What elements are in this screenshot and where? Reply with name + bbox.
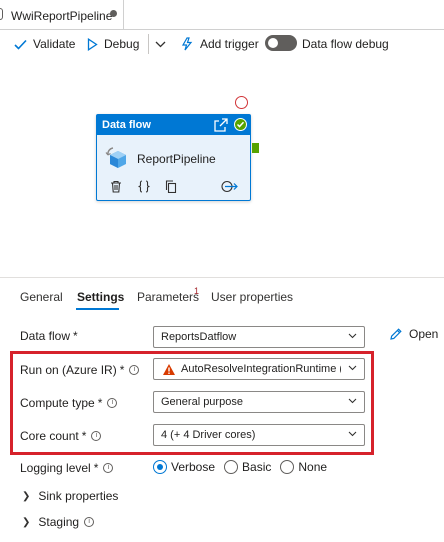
parameters-count-badge: 1	[194, 286, 200, 296]
logging-verbose-radio[interactable]: Verbose	[153, 460, 215, 474]
checkmark-icon	[14, 39, 27, 50]
chevron-right-icon: ❯	[22, 490, 31, 502]
dataflow-select-value: ReportsDatflow	[161, 331, 237, 343]
tab-settings[interactable]: Settings	[77, 290, 124, 304]
tab-user-properties[interactable]: User properties	[211, 290, 293, 304]
radio-selected-icon	[153, 460, 167, 474]
run-on-label-text: Run on (Azure IR)	[20, 363, 117, 377]
open-dataflow-button[interactable]: Open	[389, 327, 438, 341]
unsaved-indicator-icon	[110, 10, 117, 17]
chevron-right-icon: ❯	[22, 516, 31, 528]
add-trigger-label: Add trigger	[200, 37, 259, 51]
sink-properties-label: Sink properties	[38, 489, 119, 503]
open-external-icon[interactable]	[214, 118, 228, 132]
sink-properties-expander[interactable]: ❯ Sink properties	[22, 489, 118, 503]
open-label: Open	[409, 327, 439, 341]
validate-label: Validate	[33, 37, 76, 51]
dataflow-debug-toggle[interactable]	[265, 35, 297, 51]
play-icon	[87, 37, 98, 51]
required-marker: *	[119, 363, 125, 377]
activity-header: Data flow	[97, 115, 250, 135]
activity-tabs: General Settings Parameters User propert…	[0, 286, 444, 310]
dataflow-icon	[105, 147, 126, 168]
debug-button[interactable]: Debug	[87, 35, 139, 53]
run-on-select-value: AutoResolveIntegrationRuntime (Ma...	[181, 363, 341, 375]
chevron-down-icon	[348, 365, 357, 371]
radio-label: Verbose	[171, 460, 216, 474]
logging-level-label-text: Logging level	[20, 461, 91, 475]
radio-label: Basic	[242, 460, 272, 474]
radio-label: None	[298, 460, 328, 474]
core-count-select-value: 4 (+ 4 Driver cores)	[161, 429, 256, 441]
document-tab[interactable]: WwiReportPipeline	[0, 0, 124, 30]
info-icon[interactable]: i	[103, 463, 114, 473]
chevron-down-icon	[348, 398, 357, 404]
required-marker: *	[97, 396, 103, 410]
required-marker: *	[73, 329, 78, 343]
dataflow-field-label: Data flow *	[20, 329, 78, 343]
pipeline-icon	[0, 8, 3, 20]
compute-type-select[interactable]: General purpose	[153, 391, 365, 413]
dataflow-select[interactable]: ReportsDatflow	[153, 326, 365, 348]
success-check-icon	[234, 118, 247, 131]
logging-none-radio[interactable]: None	[280, 460, 327, 474]
tab-general[interactable]: General	[20, 290, 63, 304]
toolbar-separator	[148, 34, 149, 54]
success-output-port[interactable]	[252, 143, 259, 153]
info-icon[interactable]: i	[84, 517, 95, 527]
chevron-down-icon	[348, 333, 357, 339]
document-tab-strip: WwiReportPipeline	[0, 0, 444, 30]
info-icon[interactable]: i	[129, 365, 140, 375]
toggle-knob	[268, 38, 278, 48]
pipeline-toolbar: Validate Debug Add trigger Data flow deb…	[0, 30, 444, 58]
activity-name: ReportPipeline	[137, 152, 216, 166]
validate-button[interactable]: Validate	[14, 35, 75, 53]
dataflow-debug-label: Data flow debug	[302, 37, 389, 51]
activity-type-label: Data flow	[102, 119, 151, 131]
required-marker: *	[93, 461, 99, 475]
radio-empty-icon	[224, 460, 239, 474]
tab-parameters[interactable]: Parameters	[137, 290, 199, 304]
lightning-icon	[181, 37, 193, 51]
compute-type-label-text: Compute type	[20, 396, 95, 410]
failure-output-port[interactable]	[235, 96, 248, 109]
radio-empty-icon	[280, 460, 295, 474]
core-count-label-text: Core count	[20, 429, 79, 443]
required-marker: *	[81, 429, 87, 443]
delete-icon[interactable]	[110, 180, 122, 193]
run-on-select[interactable]: AutoResolveIntegrationRuntime (Ma...	[153, 358, 365, 380]
compute-type-select-value: General purpose	[161, 396, 243, 408]
info-icon[interactable]: i	[91, 431, 102, 441]
run-on-field-label: Run on (Azure IR) * i	[20, 363, 140, 377]
chevron-down-icon	[348, 431, 357, 437]
dataflow-label-text: Data flow	[20, 329, 71, 343]
compute-type-field-label: Compute type * i	[20, 396, 118, 410]
core-count-select[interactable]: 4 (+ 4 Driver cores)	[153, 424, 365, 446]
staging-label: Staging	[38, 515, 80, 529]
logging-level-field-label: Logging level * i	[20, 461, 114, 475]
staging-expander[interactable]: ❯ Staging i	[22, 515, 95, 529]
logging-basic-radio[interactable]: Basic	[224, 460, 271, 474]
code-braces-icon[interactable]	[137, 180, 151, 193]
debug-options-dropdown[interactable]	[155, 35, 172, 53]
logging-level-radio-group: Verbose Basic None	[153, 458, 336, 476]
info-icon[interactable]: i	[107, 398, 118, 408]
copy-icon[interactable]	[165, 180, 177, 193]
add-trigger-button[interactable]: Add trigger	[180, 35, 259, 53]
document-tab-title: WwiReportPipeline	[11, 9, 113, 23]
warning-icon	[163, 364, 175, 375]
pencil-icon	[390, 328, 402, 340]
dataflow-activity-card[interactable]: Data flow ReportPipeline	[96, 114, 251, 201]
active-tab-indicator	[76, 308, 119, 310]
chevron-down-icon	[155, 41, 166, 47]
debug-label: Debug	[104, 37, 140, 51]
core-count-field-label: Core count * i	[20, 429, 102, 443]
add-output-icon[interactable]	[221, 180, 239, 193]
